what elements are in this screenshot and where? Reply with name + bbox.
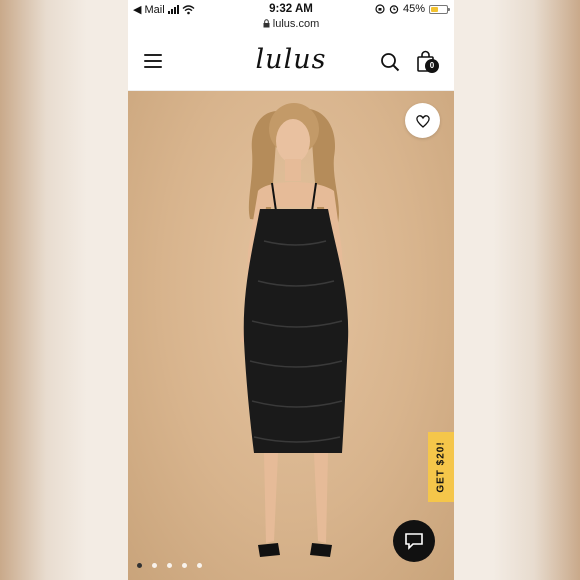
carousel-dot[interactable] — [197, 563, 202, 568]
wishlist-button[interactable] — [405, 103, 440, 138]
orientation-lock-icon — [375, 4, 385, 14]
status-right: 45% — [375, 3, 450, 15]
chat-bubble-icon — [405, 533, 423, 550]
model-in-dress-illustration — [240, 103, 350, 557]
cart-count-badge[interactable]: 0 — [425, 59, 439, 73]
heart-icon — [415, 114, 430, 128]
carousel-dot[interactable] — [182, 563, 187, 568]
promo-tab[interactable]: GET $20! — [428, 432, 454, 502]
battery-percent: 45% — [402, 3, 425, 15]
site-header: lulus 0 — [128, 34, 454, 91]
image-carousel-dots[interactable] — [137, 563, 202, 568]
address-bar[interactable]: lulus.com — [128, 18, 454, 30]
status-bar: ◀ Mail 9:32 AM lulus.com 45% — [128, 0, 454, 34]
carousel-dot[interactable] — [167, 563, 172, 568]
alarm-icon — [389, 5, 399, 14]
chat-button[interactable] — [393, 520, 435, 562]
promo-label: GET $20! — [435, 441, 447, 493]
lock-icon — [263, 19, 270, 28]
battery-icon — [429, 4, 450, 14]
battery-fill — [431, 6, 438, 12]
site-logo[interactable]: lulus — [128, 44, 454, 75]
phone-screen: ◀ Mail 9:32 AM lulus.com 45% lulus 0 GET… — [128, 0, 454, 580]
product-image[interactable] — [128, 91, 454, 580]
carousel-dot[interactable] — [152, 563, 157, 568]
carousel-dot[interactable] — [137, 563, 142, 568]
search-icon[interactable] — [380, 52, 400, 72]
url-text: lulus.com — [272, 18, 320, 30]
